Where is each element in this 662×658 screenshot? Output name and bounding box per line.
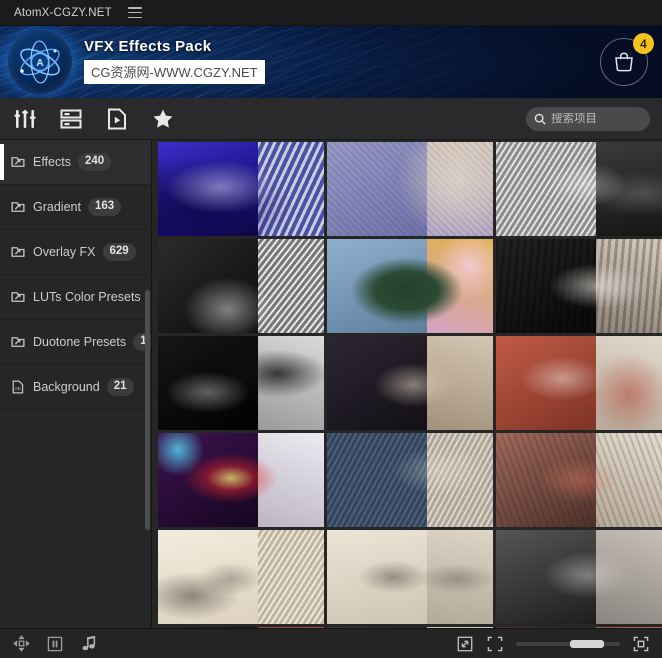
vertical-scrollbar[interactable]	[145, 290, 150, 530]
sidebar-item-label: Overlay FX	[33, 245, 96, 259]
thumbnail-effect-15[interactable]	[496, 530, 662, 624]
zoom-slider[interactable]	[516, 639, 620, 648]
thumbnail-effect-2[interactable]	[327, 142, 493, 236]
list-view-icon[interactable]	[58, 106, 84, 132]
cart-badge: 4	[633, 33, 654, 54]
zoom-slider-handle[interactable]	[570, 639, 605, 648]
thumbnail-effect-18[interactable]	[496, 627, 662, 628]
thumbnail-effect-9[interactable]	[496, 336, 662, 430]
content-area: Effects 240 Gradient 163 Overlay FX 629 …	[0, 140, 662, 628]
fullscreen-corners-icon[interactable]	[632, 635, 650, 653]
ae-file-icon: AE	[10, 379, 26, 395]
sidebar-item-duotone-presets[interactable]: Duotone Presets 1	[0, 320, 151, 365]
banner-title: VFX Effects Pack	[84, 38, 212, 55]
thumbnail-effect-5[interactable]	[327, 239, 493, 333]
title-bar: AtomX-CGZY.NET	[0, 0, 662, 26]
search-box[interactable]	[526, 106, 650, 131]
thumbnail-effect-10[interactable]	[158, 433, 324, 527]
folder-open-icon	[10, 289, 26, 305]
status-bar	[0, 628, 662, 658]
svg-text:AE: AE	[15, 386, 21, 391]
application-window: AtomX-CGZY.NET A VFX Effects Pack CG资源网-…	[0, 0, 662, 658]
atom-logo-icon: A	[8, 30, 72, 94]
sidebar-item-luts-color-presets[interactable]: LUTs Color Presets	[0, 275, 151, 320]
star-icon[interactable]	[150, 106, 176, 132]
thumbnail-effect-11[interactable]	[327, 433, 493, 527]
sidebar-item-label: Effects	[33, 155, 71, 169]
hamburger-menu-icon[interactable]	[127, 7, 142, 18]
expand-diagonal-icon[interactable]	[456, 635, 474, 653]
sidebar-item-label: Duotone Presets	[33, 335, 127, 349]
sidebar-item-gradient[interactable]: Gradient 163	[0, 185, 151, 230]
status-bar-right-group	[456, 635, 650, 653]
thumbnail-grid	[158, 142, 662, 628]
thumbnail-effect-6[interactable]	[496, 239, 662, 333]
thumbnail-effect-3[interactable]	[496, 142, 662, 236]
hero-banner: A VFX Effects Pack CG资源网-WWW.CGZY.NET 4	[0, 26, 662, 98]
sidebar-item-label: LUTs Color Presets	[33, 290, 141, 304]
folder-open-icon	[10, 199, 26, 215]
logo-letter: A	[36, 58, 43, 69]
folder-open-icon	[10, 334, 26, 350]
sidebar-item-label: Background	[33, 380, 100, 394]
thumbnail-effect-1[interactable]	[158, 142, 324, 236]
sidebar-item-count: 629	[102, 243, 136, 261]
pause-icon[interactable]	[46, 635, 64, 653]
main-toolbar	[0, 98, 662, 140]
thumbnail-effect-12[interactable]	[496, 433, 662, 527]
banner-text-group: VFX Effects Pack CG资源网-WWW.CGZY.NET	[84, 38, 265, 84]
app-title: AtomX-CGZY.NET	[14, 6, 112, 19]
category-sidebar: Effects 240 Gradient 163 Overlay FX 629 …	[0, 140, 152, 628]
search-icon	[534, 113, 546, 125]
sidebar-item-effects[interactable]: Effects 240	[0, 140, 151, 185]
file-play-icon[interactable]	[104, 106, 130, 132]
thumbnail-effect-17[interactable]	[327, 627, 493, 628]
sidebar-item-background[interactable]: AE Background 21	[0, 365, 151, 410]
thumbnail-effect-4[interactable]	[158, 239, 324, 333]
thumbnail-effect-14[interactable]	[327, 530, 493, 624]
thumbnail-effect-7[interactable]	[158, 336, 324, 430]
thumbnail-effect-8[interactable]	[327, 336, 493, 430]
folder-open-icon	[10, 244, 26, 260]
music-note-icon[interactable]	[80, 635, 98, 653]
thumbnail-grid-area	[152, 140, 662, 628]
sidebar-item-count: 163	[87, 198, 122, 216]
thumbnail-effect-16[interactable]	[158, 627, 324, 628]
watermark-label: CG资源网-WWW.CGZY.NET	[84, 60, 265, 84]
sidebar-item-count: 21	[106, 378, 134, 396]
sidebar-item-count: 240	[77, 153, 112, 171]
search-container	[526, 106, 650, 131]
sidebar-item-overlay-fx[interactable]: Overlay FX 629	[0, 230, 151, 275]
thumbnail-effect-13[interactable]	[158, 530, 324, 624]
fit-frame-icon[interactable]	[486, 635, 504, 653]
sidebar-item-label: Gradient	[33, 200, 81, 214]
transform-move-icon[interactable]	[12, 635, 30, 653]
folder-open-icon	[10, 154, 26, 170]
search-input[interactable]	[551, 112, 642, 125]
sliders-icon[interactable]	[12, 106, 38, 132]
